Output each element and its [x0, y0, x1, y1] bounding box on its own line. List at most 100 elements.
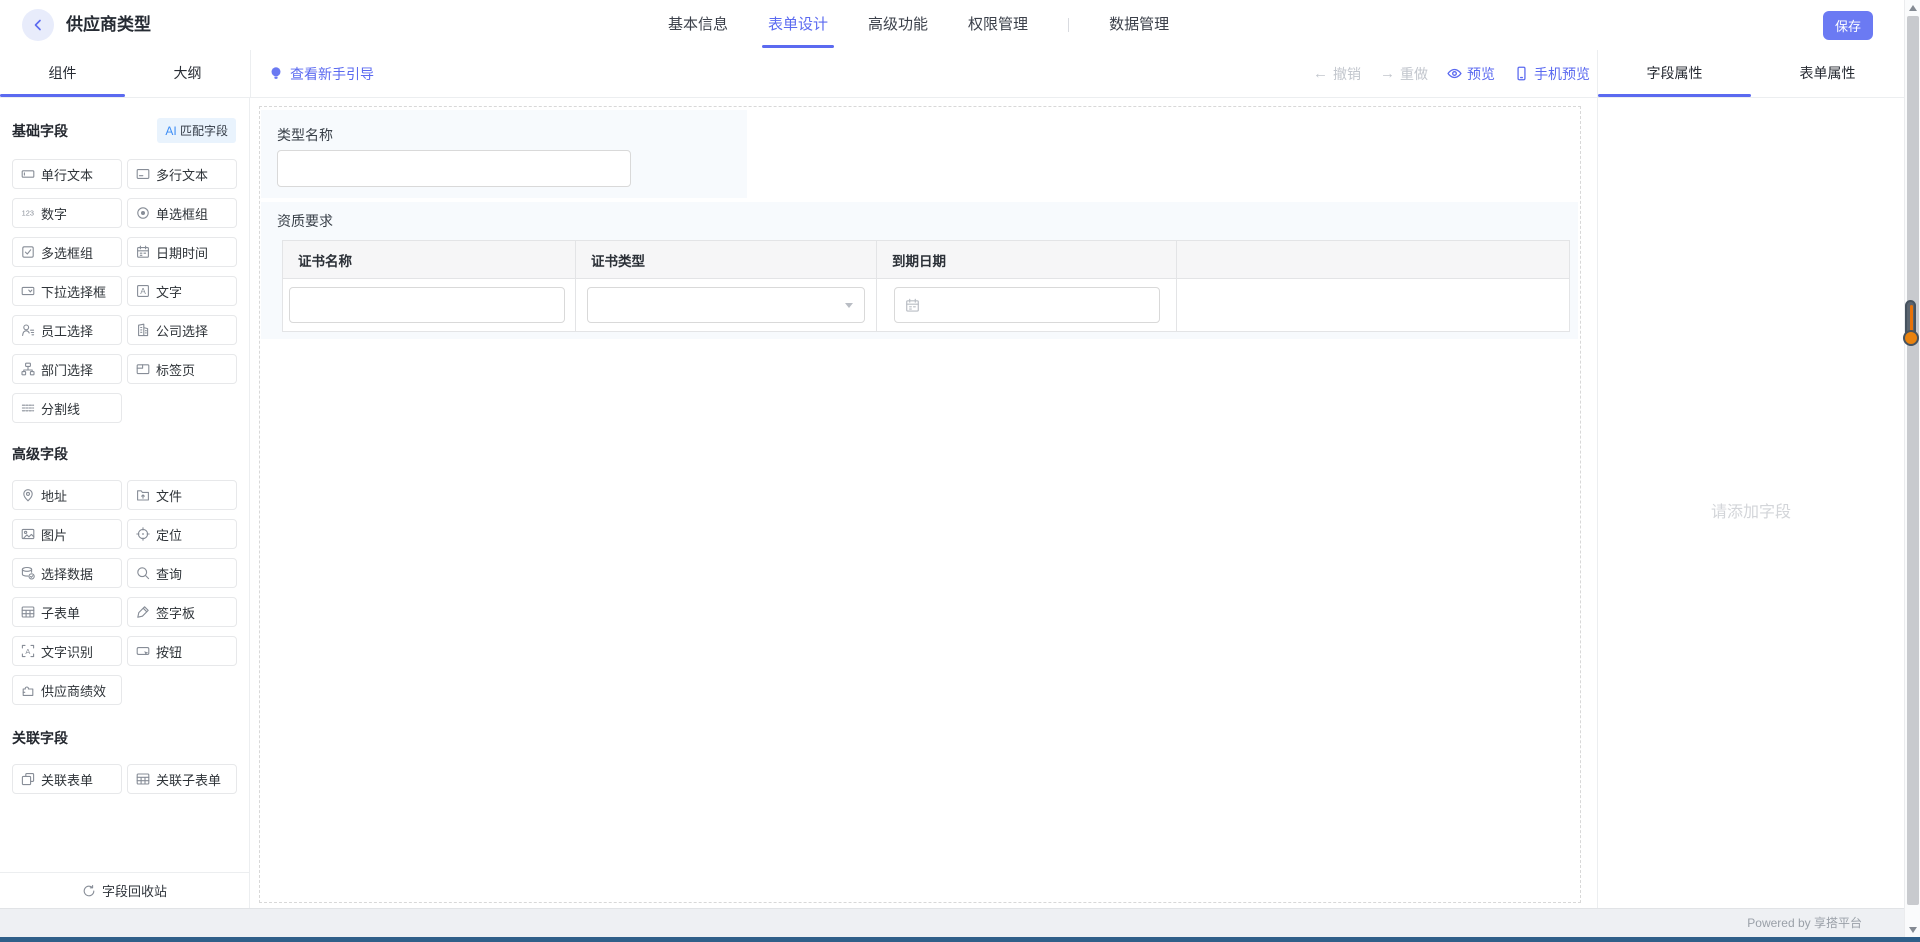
header-tab-basic-info[interactable]: 基本信息	[668, 0, 728, 50]
sidebar-item-ocr[interactable]: A文字识别	[12, 636, 122, 666]
file-icon	[136, 488, 150, 502]
item-label: 员工选择	[41, 321, 93, 340]
svg-text:A: A	[25, 647, 30, 656]
sidebar-item-link-form[interactable]: 关联表单	[12, 764, 122, 794]
sidebar-item-link-subform[interactable]: 关联子表单	[127, 764, 237, 794]
department-icon	[21, 362, 35, 376]
signature-icon	[136, 605, 150, 619]
tab-form-props[interactable]: 表单属性	[1751, 50, 1904, 97]
field-block-type-name[interactable]: 类型名称	[261, 110, 747, 198]
sidebar-item-image[interactable]: 图片	[12, 519, 122, 549]
column-header-cert-name: 证书名称	[283, 241, 576, 278]
thermometer-marker[interactable]	[1905, 300, 1916, 338]
sidebar-item-button[interactable]: 按钮	[127, 636, 237, 666]
radio-icon	[136, 206, 150, 220]
scroll-up-icon[interactable]	[1909, 5, 1917, 11]
item-label: 供应商绩效	[41, 681, 106, 700]
preview-button[interactable]: 预览	[1447, 64, 1495, 84]
header-tabs: 基本信息表单设计高级功能权限管理 数据管理	[668, 0, 1169, 50]
item-label: 数字	[41, 204, 67, 223]
sidebar-item-signature[interactable]: 签字板	[127, 597, 237, 627]
sidebar-item-number[interactable]: 123 数字	[12, 198, 122, 228]
scrollbar-thumb[interactable]	[1907, 16, 1919, 905]
tab-icon	[136, 362, 150, 376]
item-label: 文件	[156, 486, 182, 505]
save-button[interactable]: 保存	[1823, 11, 1873, 40]
redo-button[interactable]: → 重做	[1380, 64, 1428, 84]
text-multi-icon	[136, 167, 150, 181]
cert-name-input[interactable]	[289, 287, 565, 323]
sidebar-item-subform[interactable]: 子表单	[12, 597, 122, 627]
header-tab-divider	[1068, 18, 1069, 32]
mobile-preview-button[interactable]: 手机预览	[1514, 64, 1590, 84]
cert-type-select[interactable]	[587, 287, 865, 323]
recycle-icon	[82, 884, 96, 898]
sidebar-item-company-select[interactable]: 公司选择	[127, 315, 237, 345]
checkbox-icon	[21, 245, 35, 259]
header-tab-permission-management[interactable]: 权限管理	[968, 0, 1028, 50]
type-name-input[interactable]	[277, 150, 631, 187]
sidebar-item-datetime[interactable]: 日期时间	[127, 237, 237, 267]
sidebar-item-query[interactable]: 查询	[127, 558, 237, 588]
tab-outline[interactable]: 大纲	[125, 50, 250, 97]
link-subform-icon	[136, 772, 150, 786]
sidebar-item-dropdown[interactable]: 下拉选择框	[12, 276, 122, 306]
button-icon	[136, 644, 150, 658]
section-head: 关联字段	[12, 728, 236, 748]
sidebar-item-employee-select[interactable]: 员工选择	[12, 315, 122, 345]
scroll-down-icon[interactable]	[1909, 927, 1917, 933]
item-label: 多行文本	[156, 165, 208, 184]
sidebar-item-checkbox-group[interactable]: 多选框组	[12, 237, 122, 267]
address-icon	[21, 488, 35, 502]
sidebar-tabs: 组件 大纲	[0, 50, 250, 98]
section-title: 关联字段	[12, 728, 68, 748]
sidebar-item-select-data[interactable]: 选择数据	[12, 558, 122, 588]
sidebar-item-supplier-performance[interactable]: 供应商绩效	[12, 675, 122, 705]
component-palette: 基础字段 AI 匹配字段单行文本 多行文本 123 数字 单选框组多选框组 日期时间下拉选择…	[0, 98, 250, 872]
item-label: 子表单	[41, 603, 80, 622]
item-label: 分割线	[41, 399, 80, 418]
header-tab-form-design[interactable]: 表单设计	[768, 0, 828, 50]
recycle-label: 字段回收站	[102, 881, 167, 900]
sidebar-item-radio-group[interactable]: 单选框组	[127, 198, 237, 228]
guide-label: 查看新手引导	[290, 64, 374, 84]
sidebar-item-text-single[interactable]: 单行文本	[12, 159, 122, 189]
sidebar-item-department-select[interactable]: 部门选择	[12, 354, 122, 384]
sidebar-item-address[interactable]: 地址	[12, 480, 122, 510]
tab-components[interactable]: 组件	[0, 50, 125, 97]
guide-link[interactable]: 查看新手引导	[269, 50, 374, 97]
item-label: 单选框组	[156, 204, 208, 223]
table-cell-empty	[1177, 279, 1569, 331]
subform-icon	[21, 605, 35, 619]
redo-arrow-icon: →	[1380, 66, 1395, 81]
number-icon: 123	[21, 206, 35, 220]
item-label: 地址	[41, 486, 67, 505]
header-tab-advanced-functions[interactable]: 高级功能	[868, 0, 928, 50]
field-block-qualification[interactable]: 资质要求 证书名称证书类型到期日期	[261, 202, 1578, 339]
select-data-icon	[21, 566, 35, 580]
calendar-icon	[905, 298, 920, 313]
divider-icon	[21, 401, 35, 415]
column-header-expire-date: 到期日期	[877, 241, 1177, 278]
ai-match-fields-badge[interactable]: AI 匹配字段	[157, 118, 236, 143]
item-label: 日期时间	[156, 243, 208, 262]
expire-date-input[interactable]	[894, 287, 1160, 323]
page-scrollbar[interactable]	[1904, 0, 1920, 942]
sidebar-item-location[interactable]: 定位	[127, 519, 237, 549]
undo-button[interactable]: ← 撤销	[1313, 64, 1361, 84]
tab-field-props[interactable]: 字段属性	[1598, 50, 1751, 97]
sidebar-item-text-multi[interactable]: 多行文本	[127, 159, 237, 189]
sidebar-item-text-label[interactable]: A文字	[127, 276, 237, 306]
field-label: 资质要求	[277, 211, 333, 231]
item-label: 关联子表单	[156, 770, 221, 789]
header-tab-data-management[interactable]: 数据管理	[1109, 0, 1169, 50]
sidebar-item-file[interactable]: 文件	[127, 480, 237, 510]
sidebar-item-tab-page[interactable]: 标签页	[127, 354, 237, 384]
chevron-left-icon	[32, 19, 44, 31]
field-recycle-bin[interactable]: 字段回收站	[0, 872, 250, 908]
sidebar-item-divider-line[interactable]: 分割线	[12, 393, 122, 423]
section-title: 高级字段	[12, 444, 68, 464]
back-button[interactable]	[22, 9, 54, 41]
section-title: 基础字段	[12, 121, 68, 141]
bottom-strip	[0, 937, 1920, 942]
